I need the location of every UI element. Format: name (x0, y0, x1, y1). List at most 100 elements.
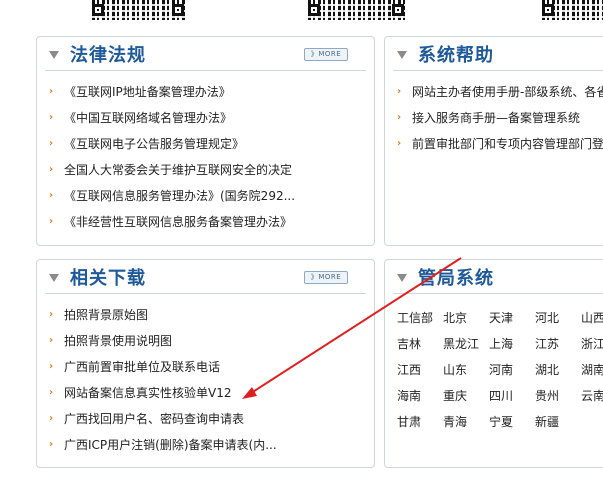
downloads-list-item[interactable]: › 网站备案信息真实性核验单V12 (37, 380, 374, 406)
downloads-panel: 相关下载 》MORE › 拍照背景原始图 › 拍照背景使用说明图 › 广西前置审批单位及联… (36, 259, 375, 468)
downloads-item-label: 广西ICP用户注销(删除)备案申请表(内... (64, 438, 277, 452)
chevron-right-icon: › (49, 387, 54, 398)
help-item-label: 前置审批部门和专项内容管理部门登 (412, 137, 603, 151)
help-list-item[interactable]: › 网站主办者使用手册-部级系统、各省 (385, 79, 603, 105)
region-link[interactable]: 河北 (535, 305, 581, 331)
help-item-label: 接入服务商手册—备案管理系统 (412, 111, 581, 125)
regions-panel: 管局系统 工信部 北京 天津 河北 山西 吉林 黑龙江 上海 江苏 浙江 江西 山东 河南 湖北 湖南 海南重… (384, 259, 603, 468)
qr-code (308, 0, 406, 20)
chevron-right-icon: › (49, 439, 54, 450)
laws-list-item[interactable]: › 《非经营性互联网信息服务备案管理办法》 (37, 209, 374, 235)
region-link[interactable]: 湖南 (581, 357, 603, 383)
laws-item-label: 《互联网信息服务管理办法》(国务院292... (64, 189, 296, 203)
laws-panel-title: 法律法规 (70, 45, 146, 66)
laws-list: › 《互联网IP地址备案管理办法》 › 《中国互联网络域名管理办法》 › 《互联网电子公告… (37, 79, 374, 235)
laws-item-label: 《互联网电子公告服务管理规定》 (64, 137, 245, 151)
chevron-right-icon: › (397, 86, 402, 97)
chevron-right-icon: › (397, 112, 402, 123)
region-link[interactable]: 贵州 (535, 383, 581, 409)
divider (45, 293, 366, 294)
divider (45, 70, 366, 71)
downloads-list-item[interactable]: › 拍照背景原始图 (37, 302, 374, 328)
region-link[interactable]: 工信部 (397, 305, 443, 331)
region-link[interactable]: 海南 (397, 383, 443, 409)
downloads-list: › 拍照背景原始图 › 拍照背景使用说明图 › 广西前置审批单位及联系电话 › 网站备案信息真… (37, 302, 374, 458)
laws-panel-header: 法律法规 》MORE (37, 37, 374, 71)
help-item-label: 网站主办者使用手册-部级系统、各省 (412, 85, 603, 99)
chevron-right-icon: › (49, 361, 54, 372)
downloads-item-label: 拍照背景原始图 (64, 308, 149, 322)
chevron-right-icon: › (49, 216, 54, 227)
region-link[interactable]: 河南 (489, 357, 535, 383)
qr-code (92, 0, 186, 20)
region-link[interactable]: 山西 (581, 305, 603, 331)
divider (393, 70, 603, 71)
divider (393, 293, 603, 294)
downloads-list-item[interactable]: › 广西找回用户名、密码查询申请表 (37, 406, 374, 432)
region-link[interactable]: 甘肃 (397, 409, 443, 435)
region-link[interactable]: 天津 (489, 305, 535, 331)
regions-panel-title: 管局系统 (418, 268, 494, 289)
help-list-item[interactable]: › 接入服务商手册—备案管理系统 (385, 105, 603, 131)
regions-panel-header: 管局系统 (385, 260, 603, 294)
chevron-right-icon: › (49, 86, 54, 97)
region-link[interactable]: 四川 (489, 383, 535, 409)
region-link[interactable]: 宁夏 (489, 409, 535, 435)
region-link[interactable]: 新疆 (535, 409, 581, 435)
help-panel-title: 系统帮助 (418, 45, 494, 66)
downloads-item-label: 拍照背景使用说明图 (64, 334, 173, 348)
laws-list-item[interactable]: › 《互联网电子公告服务管理规定》 (37, 131, 374, 157)
region-link[interactable]: 湖北 (535, 357, 581, 383)
region-link[interactable]: 云南 (581, 383, 603, 409)
laws-list-item[interactable]: › 全国人大常委会关于维护互联网安全的决定 (37, 157, 374, 183)
regions-row: 工信部 北京 天津 河北 山西 (397, 304, 603, 330)
region-link[interactable]: 青海 (443, 409, 489, 435)
qr-code (542, 0, 603, 20)
downloads-item-label: 网站备案信息真实性核验单V12 (64, 386, 232, 400)
region-link[interactable]: 浙江 (581, 331, 603, 357)
regions-grid: 工信部 北京 天津 河北 山西 吉林 黑龙江 上海 江苏 浙江 江西 山东 河南 湖北 湖南 海南 重庆 四川 贵州… (397, 304, 603, 434)
help-list-item[interactable]: › 前置审批部门和专项内容管理部门登 (385, 131, 603, 157)
chevron-right-icon: › (49, 309, 54, 320)
region-link[interactable]: 江苏 (535, 331, 581, 357)
region-link[interactable]: 江西 (397, 357, 443, 383)
chevron-right-icon: › (49, 413, 54, 424)
downloads-list-item[interactable]: › 广西ICP用户注销(删除)备案申请表(内... (37, 432, 374, 458)
laws-list-item[interactable]: › 《中国互联网络域名管理办法》 (37, 105, 374, 131)
help-list: › 网站主办者使用手册-部级系统、各省 › 接入服务商手册—备案管理系统 › 前置审批部门… (385, 79, 603, 157)
regions-row: 吉林 黑龙江 上海 江苏 浙江 (397, 330, 603, 356)
collapse-triangle-icon[interactable] (49, 51, 59, 59)
region-link[interactable]: 重庆 (443, 383, 489, 409)
chevron-right-icon: › (49, 164, 54, 175)
downloads-list-item[interactable]: › 拍照背景使用说明图 (37, 328, 374, 354)
laws-item-label: 《非经营性互联网信息服务备案管理办法》 (64, 215, 293, 229)
regions-row: 海南 重庆 四川 贵州 云南 (397, 382, 603, 408)
chevron-right-icon: › (49, 335, 54, 346)
help-panel: 系统帮助 › 网站主办者使用手册-部级系统、各省 › 接入服务商手册—备案管理系统 › 前… (384, 36, 603, 246)
chevron-right-icon: › (49, 138, 54, 149)
chevron-right-icon: › (49, 190, 54, 201)
laws-more-button[interactable]: 》MORE (304, 48, 348, 61)
regions-row: 江西 山东 河南 湖北 湖南 (397, 356, 603, 382)
collapse-triangle-icon[interactable] (397, 274, 407, 282)
chevron-right-icon: › (49, 112, 54, 123)
laws-list-item[interactable]: › 《互联网信息服务管理办法》(国务院292... (37, 183, 374, 209)
laws-item-label: 《中国互联网络域名管理办法》 (64, 111, 233, 125)
region-link[interactable]: 吉林 (397, 331, 443, 357)
region-link[interactable]: 黑龙江 (443, 331, 489, 357)
collapse-triangle-icon[interactable] (49, 274, 59, 282)
laws-list-item[interactable]: › 《互联网IP地址备案管理办法》 (37, 79, 374, 105)
region-link[interactable]: 北京 (443, 305, 489, 331)
downloads-panel-header: 相关下载 》MORE (37, 260, 374, 294)
downloads-panel-title: 相关下载 (70, 268, 146, 289)
laws-item-label: 全国人大常委会关于维护互联网安全的决定 (64, 163, 293, 177)
downloads-list-item[interactable]: › 广西前置审批单位及联系电话 (37, 354, 374, 380)
region-link[interactable]: 上海 (489, 331, 535, 357)
laws-item-label: 《互联网IP地址备案管理办法》 (64, 85, 231, 99)
region-link[interactable]: 山东 (443, 357, 489, 383)
collapse-triangle-icon[interactable] (397, 51, 407, 59)
laws-panel: 法律法规 》MORE › 《互联网IP地址备案管理办法》 › 《中国互联网络域名管理办… (36, 36, 375, 246)
help-panel-header: 系统帮助 (385, 37, 603, 71)
downloads-more-button[interactable]: 》MORE (304, 271, 348, 284)
regions-row: 甘肃 青海 宁夏 新疆 (397, 408, 603, 434)
